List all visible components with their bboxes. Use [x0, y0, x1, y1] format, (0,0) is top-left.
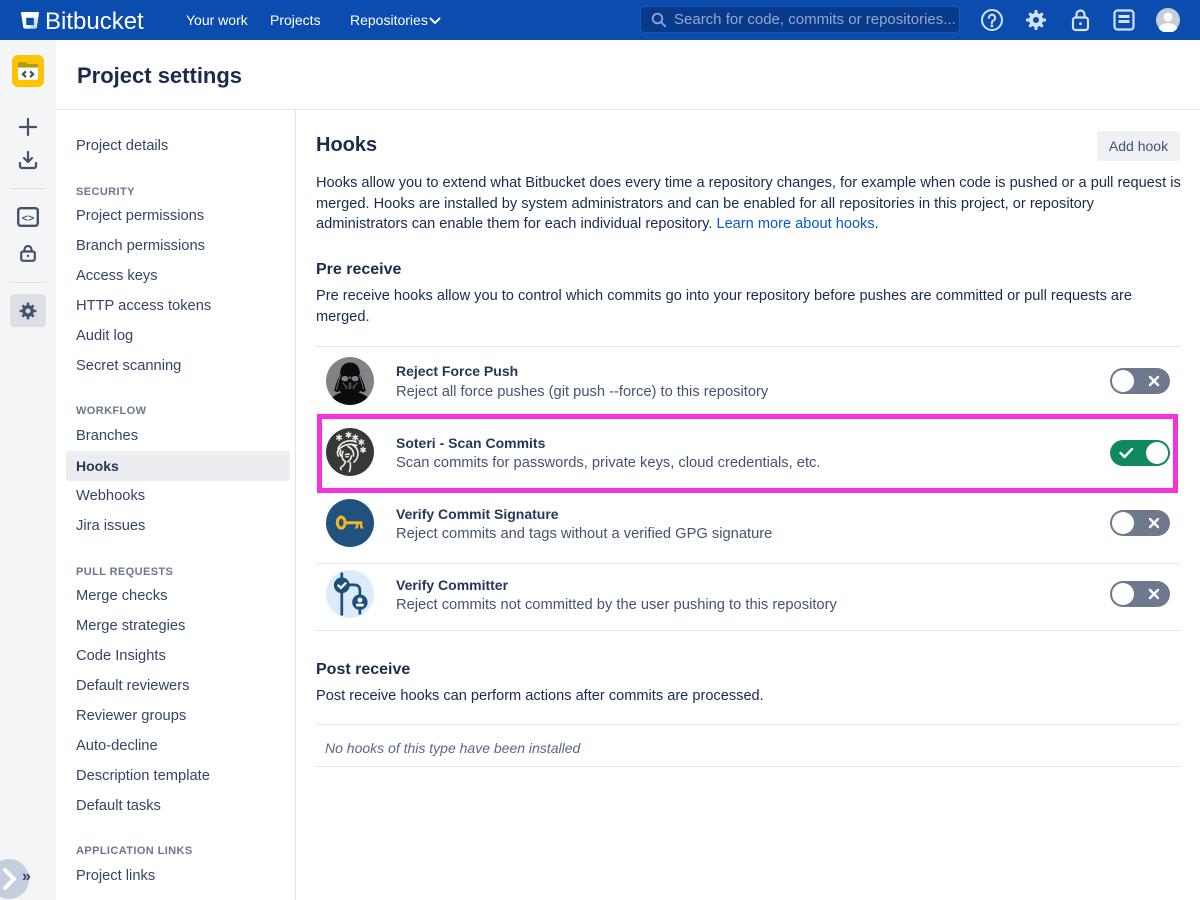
svg-text:<>: <> — [22, 213, 34, 225]
